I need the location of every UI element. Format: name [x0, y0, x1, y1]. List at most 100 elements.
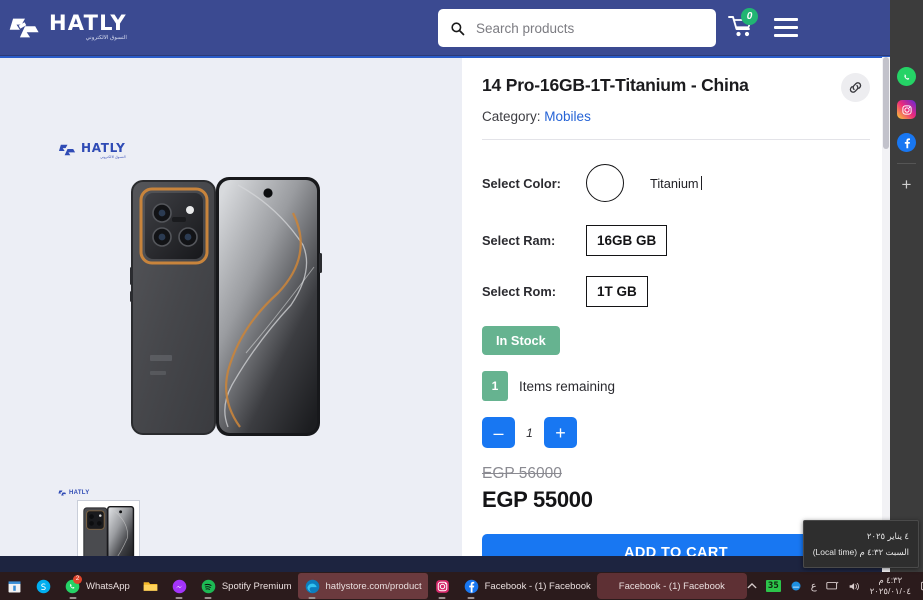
- quantity-decrease-button[interactable]: –: [482, 417, 515, 448]
- cart-button[interactable]: 0: [728, 8, 758, 42]
- ram-option-16gb[interactable]: 16GB GB: [586, 225, 668, 256]
- product-title-row: 14 Pro-16GB-1T-Titanium - China: [462, 57, 890, 102]
- logo-name: HATLY: [49, 11, 127, 36]
- social-item-instagram[interactable]: [890, 93, 923, 126]
- onedrive-icon: [791, 581, 801, 591]
- chevron-up-icon: [747, 582, 757, 589]
- watermark-subtitle: التسوق الالكتروني: [100, 154, 126, 159]
- facebook-icon: [463, 578, 480, 599]
- svg-text:S: S: [41, 582, 46, 592]
- volume-icon: [849, 582, 859, 590]
- running-indicator: [438, 596, 446, 599]
- color-swatch-titanium[interactable]: [586, 164, 624, 202]
- file-explorer-icon: [143, 581, 158, 591]
- rom-option-1t[interactable]: 1T GB: [586, 276, 648, 307]
- product-gallery: HATLY التسوق الالكتروني HATLY: [0, 57, 462, 572]
- social-add-button[interactable]: +: [890, 168, 923, 201]
- thumbnail-watermark-name: HATLY: [69, 490, 90, 496]
- taskbar-item-whatsapp[interactable]: 2 WhatsApp: [58, 573, 136, 599]
- page-body: HATLY التسوق الالكتروني HATLY 14 Pro-16G…: [0, 57, 890, 572]
- desktop-background: [0, 556, 890, 572]
- chain-link-icon: [849, 82, 862, 93]
- search-box[interactable]: [438, 9, 716, 47]
- taskbar-item-instagram[interactable]: [428, 573, 457, 599]
- product-main-image[interactable]: [128, 175, 333, 440]
- whatsapp-badge: 2: [73, 574, 82, 584]
- search-icon: [451, 21, 465, 35]
- clock-time: ٤:٣٢ م: [878, 575, 903, 586]
- battery-level: 35: [765, 580, 781, 592]
- hatly-logo-icon: [58, 145, 76, 156]
- search-input[interactable]: [476, 20, 704, 36]
- copy-link-button[interactable]: [841, 73, 870, 102]
- system-tray: 35 ع ٤:٣٢ م ٢٠٢٥/٠١/٠٤: [747, 575, 923, 596]
- tray-volume-button[interactable]: [848, 581, 861, 592]
- tray-network-button[interactable]: [826, 581, 839, 592]
- microsoft-store-icon: [8, 580, 21, 592]
- social-item-whatsapp[interactable]: [890, 60, 923, 93]
- product-title: 14 Pro-16GB-1T-Titanium - China: [482, 75, 749, 95]
- hatly-logo-icon: [9, 18, 39, 37]
- site-logo[interactable]: HATLY التسوق الالكتروني: [8, 13, 127, 42]
- stock-status-badge: In Stock: [482, 326, 560, 355]
- ram-label: Select Ram:: [482, 233, 556, 248]
- taskbar-item-edge-browser[interactable]: hatlystore.com/product: [297, 573, 428, 599]
- messenger-icon: [171, 578, 188, 599]
- taskbar-item-spotify[interactable]: Spotify Premium: [194, 573, 298, 599]
- running-indicator: [308, 596, 316, 599]
- social-sidebar: +: [890, 0, 923, 572]
- taskbar-item-messenger[interactable]: [165, 573, 194, 599]
- product-category-row: Category: Mobiles: [462, 102, 890, 124]
- taskbar-label-facebook-window: Facebook - (1) Facebook: [618, 580, 725, 592]
- social-item-facebook[interactable]: [890, 126, 923, 159]
- gallery-watermark: HATLY التسوق الالكتروني: [58, 142, 126, 159]
- watermark-name: HATLY: [81, 141, 126, 155]
- tooltip-date: ٤ يناير ٢٠٢٥: [866, 530, 909, 541]
- clock-tooltip: ٤ يناير ٢٠٢٥ السبت ٤:٣٢ م (Local time): [802, 519, 919, 568]
- taskbar-item-skype[interactable]: S: [29, 573, 58, 599]
- windows-taskbar: S 2 WhatsApp Spotify Premium hatlystore.…: [0, 572, 923, 600]
- items-remaining-row: 1 Items remaining: [462, 371, 890, 401]
- instagram-icon: [897, 100, 916, 119]
- items-remaining-label: Items remaining: [519, 378, 616, 394]
- hamburger-menu-icon[interactable]: [774, 18, 798, 37]
- hatly-logo-icon: [58, 490, 67, 496]
- social-sidebar-divider: [897, 163, 916, 164]
- taskbar-item-facebook-window[interactable]: Facebook - (1) Facebook: [596, 573, 747, 599]
- rom-selector-row: Select Rom: 1T GB: [462, 276, 890, 307]
- taskbar-item-file-explorer[interactable]: [136, 573, 165, 599]
- spotify-icon: [200, 578, 217, 599]
- running-indicator: [175, 596, 183, 599]
- product-info-panel: 14 Pro-16GB-1T-Titanium - China Category…: [462, 57, 890, 572]
- running-indicator: [69, 596, 76, 599]
- site-header: HATLY التسوق الالكتروني 0: [0, 0, 890, 57]
- color-label: Select Color:: [482, 175, 561, 191]
- tray-onedrive[interactable]: [790, 580, 802, 592]
- whatsapp-icon: 2: [64, 574, 82, 599]
- tray-language-indicator[interactable]: ع: [811, 581, 817, 592]
- color-selector-row: Select Color: Titanium: [462, 164, 890, 202]
- skype-icon: S: [36, 579, 51, 593]
- ram-selector-row: Select Ram: 16GB GB: [462, 225, 890, 256]
- taskbar-label-facebook: Facebook - (1) Facebook: [484, 580, 591, 592]
- tray-overflow-button[interactable]: [747, 582, 757, 590]
- quantity-stepper: – 1 +: [462, 417, 890, 448]
- taskbar-label-edge: hatlystore.com/product: [325, 580, 422, 592]
- tooltip-time: السبت ٤:٣٢ م (Local time): [812, 546, 909, 557]
- scrollbar-thumb[interactable]: [883, 57, 889, 149]
- edge-icon: [304, 578, 321, 599]
- tray-battery-indicator[interactable]: 35: [765, 580, 781, 592]
- whatsapp-icon: [897, 67, 916, 86]
- quantity-value: 1: [526, 425, 533, 440]
- category-link[interactable]: Mobiles: [544, 109, 591, 124]
- taskbar-item-facebook[interactable]: Facebook - (1) Facebook: [457, 573, 597, 599]
- original-price: EGP 56000: [482, 465, 562, 482]
- rom-label: Select Rom:: [482, 284, 556, 299]
- running-indicator: [204, 596, 212, 599]
- page-scrollbar[interactable]: [882, 57, 890, 572]
- current-price: EGP 55000: [482, 487, 593, 512]
- logo-subtitle: التسوق الالكتروني: [85, 35, 127, 42]
- taskbar-item-microsoft-store[interactable]: [0, 573, 29, 599]
- taskbar-clock[interactable]: ٤:٣٢ م ٢٠٢٥/٠١/٠٤: [870, 575, 911, 596]
- quantity-increase-button[interactable]: +: [544, 417, 577, 448]
